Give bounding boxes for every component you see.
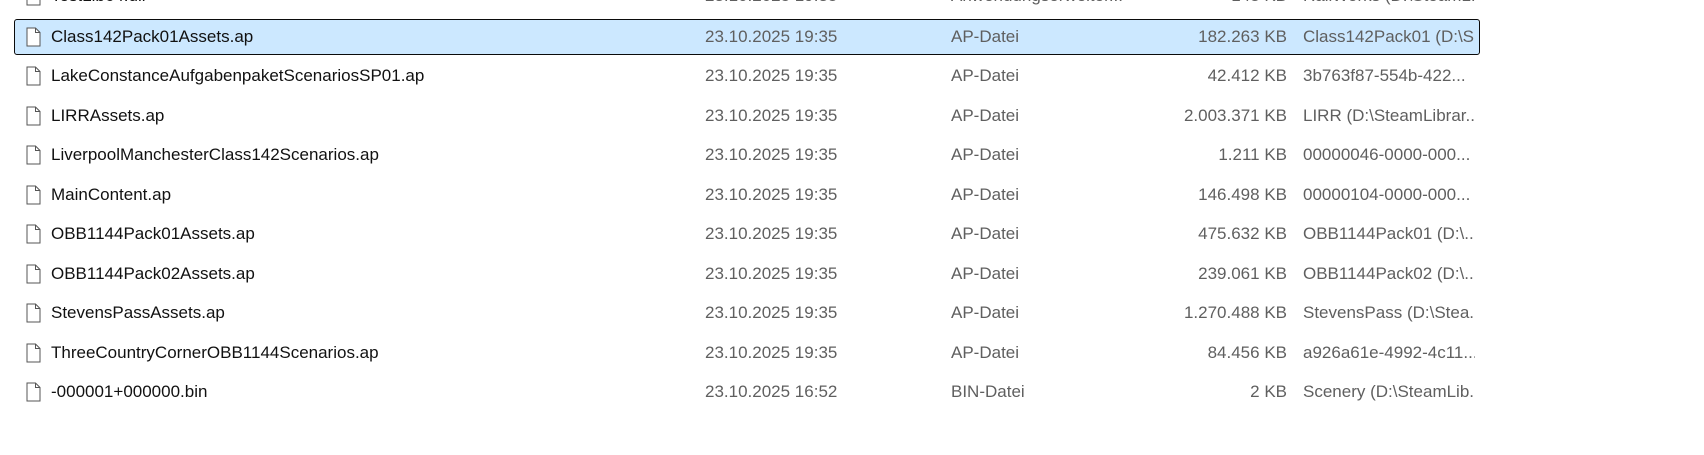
file-row[interactable]: OBB1144Pack01Assets.ap 23.10.2025 19:35 …	[14, 216, 1480, 252]
file-size: 475.632 KB	[1198, 224, 1287, 243]
file-date-modified: 23.10.2025 19:35	[705, 27, 838, 46]
file-icon	[23, 217, 43, 251]
file-icon	[23, 59, 43, 93]
file-row[interactable]: LiverpoolManchesterClass142Scenarios.ap …	[14, 137, 1480, 173]
file-icon	[23, 375, 43, 409]
file-row[interactable]: LIRRAssets.ap 23.10.2025 19:35 AP-Datei …	[14, 98, 1480, 134]
file-location: OBB1144Pack02 (D:\...	[1303, 264, 1475, 283]
file-name: -000001+000000.bin	[51, 382, 208, 401]
file-name: OBB1144Pack02Assets.ap	[51, 264, 255, 283]
file-icon	[23, 257, 43, 291]
file-row[interactable]: TestLib64.dll 23.10.2025 19:35 Anwendung…	[14, 0, 1480, 14]
file-row[interactable]: LakeConstanceAufgabenpaketScenariosSP01.…	[14, 58, 1480, 94]
file-location: LIRR (D:\SteamLibrar...	[1303, 106, 1475, 125]
file-name: MainContent.ap	[51, 185, 172, 204]
file-name: LiverpoolManchesterClass142Scenarios.ap	[51, 145, 379, 164]
file-icon	[23, 178, 43, 212]
file-list: TestLib64.dll 23.10.2025 19:35 Anwendung…	[0, 0, 1704, 455]
file-date-modified: 23.10.2025 19:35	[705, 185, 838, 204]
file-row[interactable]: OBB1144Pack02Assets.ap 23.10.2025 19:35 …	[14, 256, 1480, 292]
file-size: 42.412 KB	[1207, 66, 1287, 85]
file-icon	[23, 138, 43, 172]
file-date-modified: 23.10.2025 16:52	[705, 382, 838, 401]
file-name: OBB1144Pack01Assets.ap	[51, 224, 255, 243]
file-name: StevensPassAssets.ap	[51, 303, 225, 322]
file-row[interactable]: -000001+000000.bin 23.10.2025 16:52 BIN-…	[14, 374, 1480, 410]
file-date-modified: 23.10.2025 19:35	[705, 145, 838, 164]
file-size: 84.456 KB	[1207, 343, 1287, 362]
file-date-modified: 23.10.2025 19:35	[705, 303, 838, 322]
file-date-modified: 23.10.2025 19:35	[705, 224, 838, 243]
file-size: 146.498 KB	[1198, 185, 1287, 204]
file-icon	[23, 336, 43, 370]
file-row[interactable]: ThreeCountryCornerOBB1144Scenarios.ap 23…	[14, 335, 1480, 371]
file-location: Scenery (D:\SteamLib...	[1303, 382, 1475, 401]
file-location: 3b763f87-554b-422...	[1303, 66, 1466, 85]
file-icon	[23, 99, 43, 133]
file-size: 2.003.371 KB	[1183, 106, 1287, 125]
file-name: Class142Pack01Assets.ap	[51, 27, 254, 46]
file-date-modified: 23.10.2025 19:35	[705, 66, 838, 85]
file-size: 2 KB	[1250, 382, 1287, 401]
file-icon	[23, 20, 43, 54]
file-date-modified: 23.10.2025 19:35	[705, 264, 838, 283]
file-name: LIRRAssets.ap	[51, 106, 165, 125]
file-location: StevensPass (D:\Stea...	[1303, 303, 1475, 322]
file-location: RailWorks (D:\SteamL...	[1303, 0, 1475, 13]
file-name: TestLib64.dll	[51, 0, 691, 13]
file-icon	[23, 0, 43, 13]
file-row[interactable]: MainContent.ap 23.10.2025 19:35 AP-Datei…	[14, 177, 1480, 213]
file-row[interactable]: StevensPassAssets.ap 23.10.2025 19:35 AP…	[14, 295, 1480, 331]
file-date-modified: 23.10.2025 19:35	[705, 343, 838, 362]
file-location: 00000046-0000-000...	[1303, 145, 1471, 164]
file-size: 1.270.488 KB	[1183, 303, 1287, 322]
file-size: 182.263 KB	[1198, 27, 1287, 46]
file-date-modified: 23.10.2025 19:35	[705, 106, 838, 125]
file-name: ThreeCountryCornerOBB1144Scenarios.ap	[51, 343, 379, 362]
file-date-modified: 23.10.2025 19:35	[705, 0, 935, 13]
file-icon	[23, 296, 43, 330]
file-size: 148 KB	[1115, 0, 1287, 13]
file-size: 1.211 KB	[1218, 145, 1287, 164]
file-location: OBB1144Pack01 (D:\...	[1303, 224, 1475, 243]
file-row-selected[interactable]: Class142Pack01Assets.ap 23.10.2025 19:35…	[14, 19, 1480, 55]
file-size: 239.061 KB	[1198, 264, 1287, 283]
file-location: a926a61e-4992-4c11...	[1303, 343, 1475, 362]
file-location: 00000104-0000-000...	[1303, 185, 1471, 204]
file-name: LakeConstanceAufgabenpaketScenariosSP01.…	[51, 66, 425, 85]
file-location: Class142Pack01 (D:\S...	[1303, 27, 1475, 46]
